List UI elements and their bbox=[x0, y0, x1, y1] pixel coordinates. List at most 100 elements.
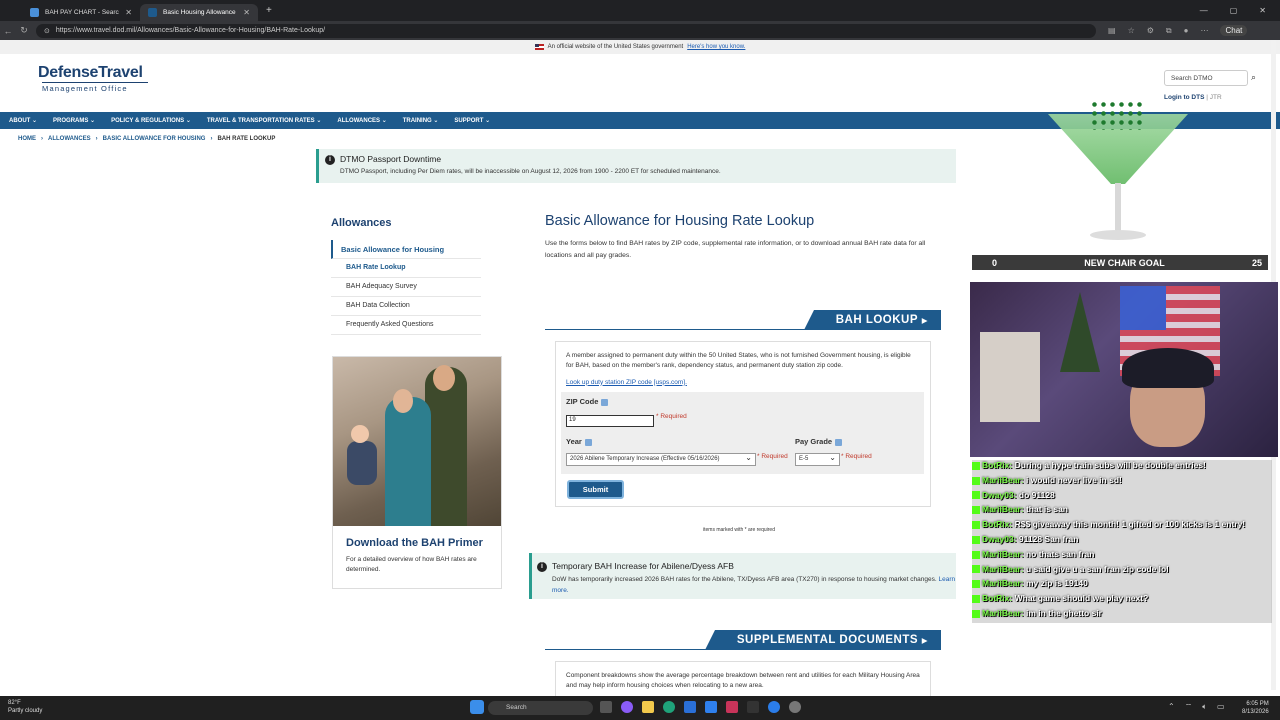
settings-icon[interactable] bbox=[789, 701, 801, 713]
windows-start-icon[interactable] bbox=[470, 700, 484, 714]
us-flag-icon bbox=[534, 44, 544, 50]
crumb-home[interactable]: HOME bbox=[18, 136, 36, 142]
search-icon[interactable]: ⌕ bbox=[1251, 72, 1256, 83]
chat-text: What game should we play next? bbox=[1014, 593, 1149, 604]
favorite-icon[interactable]: ☆ bbox=[1128, 26, 1135, 35]
clock-date: 8/13/2026 bbox=[1242, 709, 1269, 716]
site-info-icon[interactable]: ⊙ bbox=[44, 27, 50, 35]
refresh-icon[interactable]: ↻ bbox=[16, 25, 32, 36]
profile-avatar[interactable]: ● bbox=[1184, 26, 1189, 35]
primer-title[interactable]: Download the BAH Primer bbox=[333, 526, 501, 549]
woman-figure bbox=[385, 397, 431, 526]
taskbar-clock[interactable]: 6:05 PM 8/13/2026 bbox=[1242, 700, 1269, 716]
chat-user: BotRix: bbox=[982, 460, 1013, 470]
network-icon[interactable]: ⌔ bbox=[1185, 702, 1193, 712]
nav-allowances[interactable]: ALLOWANCES ⌄ bbox=[337, 117, 386, 124]
zip-required: * Required bbox=[656, 413, 687, 420]
sidebar-item-data-collection[interactable]: BAH Data Collection bbox=[331, 297, 481, 316]
minimize-icon[interactable]: — bbox=[1200, 6, 1208, 15]
x-icon[interactable] bbox=[747, 701, 759, 713]
crumb-allowances[interactable]: ALLOWANCES bbox=[48, 136, 91, 142]
nav-about[interactable]: ABOUT ⌄ bbox=[9, 117, 37, 124]
chevron-up-icon[interactable]: ⌃ bbox=[1168, 702, 1175, 712]
webcam-feed bbox=[970, 282, 1278, 457]
chat-text: no thats san fran bbox=[1025, 548, 1095, 559]
paygrade-select[interactable]: E-5 bbox=[795, 453, 840, 466]
close-tab-icon[interactable]: ✕ bbox=[125, 8, 132, 17]
extensions-icon[interactable]: ⚙ bbox=[1147, 26, 1154, 35]
address-bar[interactable]: ⊙ https://www.travel.dod.mil/Allowances/… bbox=[36, 23, 1096, 38]
christmas-tree bbox=[1060, 292, 1100, 372]
alert-title: Temporary BAH Increase for Abilene/Dyess… bbox=[552, 561, 734, 571]
shelf bbox=[980, 332, 1040, 422]
maximize-icon[interactable]: ▢ bbox=[1230, 6, 1238, 15]
browser-tab-search[interactable]: BAH PAY CHART - Search ✕ bbox=[22, 4, 140, 21]
bah-primer-card[interactable]: Download the BAH Primer For a detailed o… bbox=[332, 356, 502, 589]
nav-support[interactable]: SUPPORT ⌄ bbox=[454, 117, 490, 124]
chat-user: MariiBear: bbox=[982, 474, 1024, 485]
crumb-bah[interactable]: BASIC ALLOWANCE FOR HOUSING bbox=[103, 136, 206, 142]
chat-text: do 91128 bbox=[1018, 489, 1055, 500]
nav-policy[interactable]: POLICY & REGULATIONS ⌄ bbox=[111, 117, 191, 124]
copilot-icon[interactable] bbox=[621, 701, 633, 713]
file-explorer-icon[interactable] bbox=[642, 701, 654, 713]
menu-icon[interactable]: ⋯ bbox=[1200, 26, 1208, 35]
sidebar-item-faq[interactable]: Frequently Asked Questions bbox=[331, 316, 481, 335]
help-icon[interactable] bbox=[835, 438, 843, 446]
new-tab-icon[interactable]: + bbox=[266, 5, 272, 16]
jtr-link[interactable]: JTR bbox=[1210, 94, 1222, 101]
supplemental-desc: Component breakdowns show the average pe… bbox=[555, 661, 931, 701]
reader-icon[interactable]: ▤ bbox=[1108, 26, 1116, 35]
back-icon[interactable]: ← bbox=[0, 26, 16, 36]
sidebar-heading: Allowances bbox=[331, 217, 392, 229]
vscode-icon[interactable] bbox=[705, 701, 717, 713]
page-desc: Use the forms below to find BAH rates by… bbox=[545, 240, 926, 259]
nav-programs[interactable]: PROGRAMS ⌄ bbox=[53, 117, 95, 124]
crumb-sep: › bbox=[41, 136, 43, 142]
gov-banner-link[interactable]: Here's how you know. bbox=[687, 44, 745, 50]
volume-icon[interactable]: 🔈︎ bbox=[1202, 702, 1207, 712]
obs-icon[interactable] bbox=[726, 701, 738, 713]
edge-icon[interactable] bbox=[663, 701, 675, 713]
close-tab-icon[interactable]: ✕ bbox=[243, 8, 250, 17]
chat-text: u said give u a san fran zip code lol bbox=[1025, 563, 1169, 574]
site-search-input[interactable]: Search DTMO bbox=[1164, 70, 1248, 86]
paygrade-label-text: Pay Grade bbox=[795, 437, 833, 446]
kick-badge-icon bbox=[972, 550, 980, 559]
nav-travel-rates[interactable]: TRAVEL & TRANSPORTATION RATES ⌄ bbox=[207, 117, 321, 124]
usps-zip-link[interactable]: Look up duty station ZIP code [usps.com]… bbox=[556, 371, 930, 386]
zip-label: ZIP Code bbox=[566, 397, 609, 406]
help-icon[interactable] bbox=[584, 438, 592, 446]
kick-badge-icon bbox=[972, 565, 980, 574]
chat-message: MariiBear: my zip is 19140 bbox=[972, 578, 1272, 594]
collections-icon[interactable]: ⧉ bbox=[1166, 26, 1172, 36]
chat-message: MariiBear: i would never live in sd! bbox=[972, 474, 1272, 490]
weather-temp: 82°F bbox=[8, 700, 21, 706]
year-select[interactable]: 2026 Abilene Temporary Increase (Effecti… bbox=[566, 453, 756, 466]
kick-badge-icon bbox=[972, 491, 980, 500]
tab-label: Basic Housing Allowance | BAH R... bbox=[163, 9, 237, 16]
zip-code-input[interactable]: 19 bbox=[566, 415, 654, 427]
task-view-icon[interactable] bbox=[600, 701, 612, 713]
help-icon[interactable] bbox=[601, 398, 609, 406]
browser-icon[interactable] bbox=[768, 701, 780, 713]
weather-widget[interactable]: 82°F Partly cloudy bbox=[8, 700, 42, 716]
clock-time: 6:05 PM bbox=[1246, 701, 1269, 707]
browser-tab-bah[interactable]: Basic Housing Allowance | BAH R... ✕ bbox=[140, 4, 258, 21]
nav-training[interactable]: TRAINING ⌄ bbox=[403, 117, 439, 124]
chat-text: i would never live in sd! bbox=[1025, 474, 1122, 485]
taskbar-search[interactable]: Search bbox=[488, 701, 593, 715]
mail-icon[interactable] bbox=[684, 701, 696, 713]
clover-icon bbox=[1090, 100, 1146, 130]
close-window-icon[interactable]: ✕ bbox=[1259, 6, 1266, 15]
sidebar-item-adequacy-survey[interactable]: BAH Adequacy Survey bbox=[331, 278, 481, 297]
sidebar-item-rate-lookup[interactable]: BAH Rate Lookup bbox=[331, 259, 481, 278]
supplemental-label: SUPPLEMENTAL DOCUMENTS ▸ bbox=[704, 630, 941, 650]
battery-icon[interactable]: ▭ bbox=[1217, 702, 1225, 712]
submit-button[interactable]: Submit bbox=[567, 480, 624, 499]
kick-badge-icon bbox=[972, 609, 980, 618]
dtmo-logo[interactable]: DefenseTravel Management Office bbox=[38, 64, 153, 93]
glass-base bbox=[1090, 230, 1146, 240]
sidebar-item-bah[interactable]: Basic Allowance for Housing bbox=[331, 240, 481, 259]
copilot-chat-button[interactable]: Chat bbox=[1220, 25, 1248, 36]
